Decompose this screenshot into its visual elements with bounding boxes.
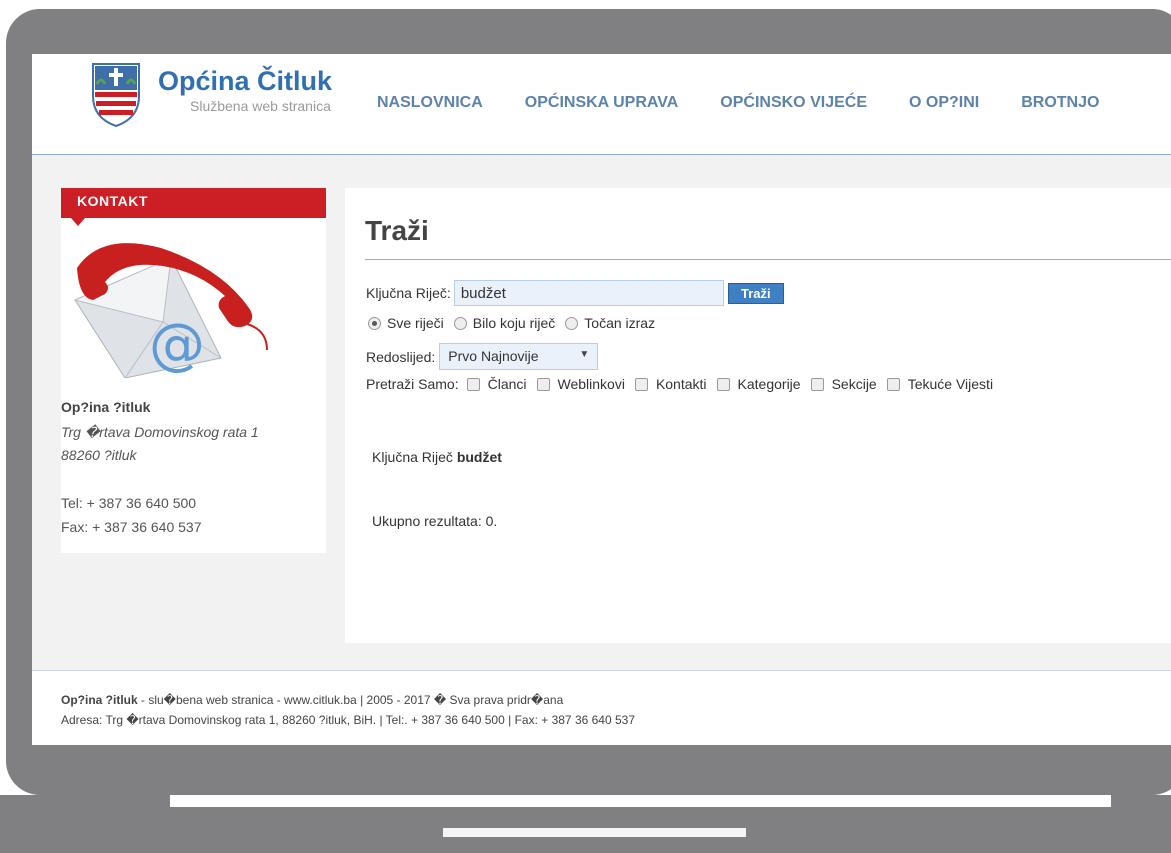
filter-row: Pretraži Samo: Članci Weblinkovi Kontakt… [366, 376, 993, 392]
radio-any-word[interactable] [453, 316, 467, 330]
dropdown-arrow-icon: ▼ [579, 349, 590, 360]
result-keyword-value: budžet [456, 449, 502, 465]
order-select[interactable]: Prvo Najnovije ▼ [439, 343, 599, 370]
checkbox-weblinkovi[interactable] [536, 377, 550, 391]
page-body: KONTAKT @ Op?ina ?itluk Trg �rtava Domov… [32, 155, 1171, 670]
coat-of-arms-logo[interactable] [91, 62, 141, 128]
keyword-row: Ključna Riječ: Traži [366, 280, 784, 306]
checkbox-tekuce-vijesti-label[interactable]: Tekuće Vijesti [908, 376, 993, 392]
result-keyword-prefix: Ključna Riječ [372, 449, 453, 465]
contact-name: Op?ina ?itluk [61, 399, 151, 415]
contact-fax: Fax: + 387 36 640 537 [61, 519, 202, 535]
search-panel: Traži Ključna Riječ: Traži Sve riječi Bi… [345, 188, 1171, 643]
contact-address-street: Trg �rtava Domovinskog rata 1 [61, 424, 259, 440]
footer-copyright: Op?ina ?itluk - slu�bena web stranica - … [61, 693, 563, 707]
page-title: Traži [365, 215, 429, 246]
site-title[interactable]: Općina Čitluk [158, 66, 332, 97]
checkbox-sekcije[interactable] [810, 377, 824, 391]
result-total: Ukupno rezultata: 0. [372, 513, 498, 529]
order-select-value: Prvo Najnovije [448, 348, 539, 364]
checkbox-kategorije-label[interactable]: Kategorije [738, 376, 801, 392]
contact-sidebar: KONTAKT @ Op?ina ?itluk Trg �rtava Domov… [61, 188, 326, 553]
checkbox-clanci-label[interactable]: Članci [488, 376, 527, 392]
laptop-screen: Općina Čitluk Službena web stranica NASL… [32, 54, 1171, 745]
phone-envelope-icon: @ [73, 243, 268, 378]
order-label: Redoslijed: [366, 348, 436, 365]
nav-item-naslovnica[interactable]: NASLOVNICA [377, 94, 483, 112]
sidebar-heading: KONTAKT [61, 188, 326, 218]
checkbox-clanci[interactable] [466, 377, 480, 391]
result-keyword-line: Ključna Riječ budžet [372, 449, 502, 465]
footer-copyright-text: - slu�bena web stranica - www.citluk.ba … [137, 693, 564, 707]
radio-exact-phrase-label[interactable]: Točan izraz [584, 315, 655, 331]
nav-item-o-opcini[interactable]: O OP?INI [909, 94, 979, 112]
checkbox-kontakti[interactable] [634, 377, 648, 391]
laptop-hinge-right [1111, 795, 1171, 807]
match-mode-row: Sve riječi Bilo koju riječ Točan izraz [366, 315, 663, 331]
contact-address-city: 88260 ?itluk [61, 447, 137, 463]
svg-text:@: @ [149, 312, 205, 377]
checkbox-tekuce-vijesti[interactable] [886, 377, 900, 391]
site-footer: Op?ina ?itluk - slu�bena web stranica - … [32, 670, 1171, 745]
main-nav: NASLOVNICA OPĆINSKA UPRAVA OPĆINSKO VIJE… [377, 94, 1141, 112]
checkbox-kontakti-label[interactable]: Kontakti [656, 376, 707, 392]
radio-exact-phrase[interactable] [565, 316, 579, 330]
heading-notch [71, 218, 85, 226]
title-divider [365, 259, 1171, 260]
contact-telephone: Tel: + 387 36 640 500 [61, 495, 197, 511]
search-button[interactable]: Traži [727, 282, 784, 304]
radio-all-words-label[interactable]: Sve riječi [387, 315, 444, 331]
footer-site-name: Op?ina ?itluk [61, 693, 138, 707]
filter-label: Pretraži Samo: [366, 376, 459, 392]
radio-all-words[interactable] [368, 316, 381, 330]
nav-item-opcinska-uprava[interactable]: OPĆINSKA UPRAVA [525, 94, 679, 112]
site-header: Općina Čitluk Službena web stranica NASL… [32, 54, 1171, 155]
keyword-input[interactable] [453, 280, 724, 306]
footer-address: Adresa: Trg �rtava Domovinskog rata 1, 8… [61, 713, 635, 727]
laptop-base-notch [443, 828, 746, 837]
order-row: Redoslijed: Prvo Najnovije ▼ [366, 343, 599, 370]
checkbox-kategorije[interactable] [716, 377, 730, 391]
checkbox-weblinkovi-label[interactable]: Weblinkovi [558, 376, 625, 392]
site-subtitle: Službena web stranica [190, 98, 331, 114]
keyword-label: Ključna Riječ: [366, 285, 451, 301]
nav-item-brotnjo[interactable]: BROTNJO [1021, 94, 1099, 112]
radio-any-word-label[interactable]: Bilo koju riječ [473, 315, 555, 331]
nav-item-opcinsko-vijece[interactable]: OPĆINSKO VIJEĆE [720, 94, 867, 112]
laptop-hinge-left [0, 795, 170, 807]
checkbox-sekcije-label[interactable]: Sekcije [832, 376, 877, 392]
